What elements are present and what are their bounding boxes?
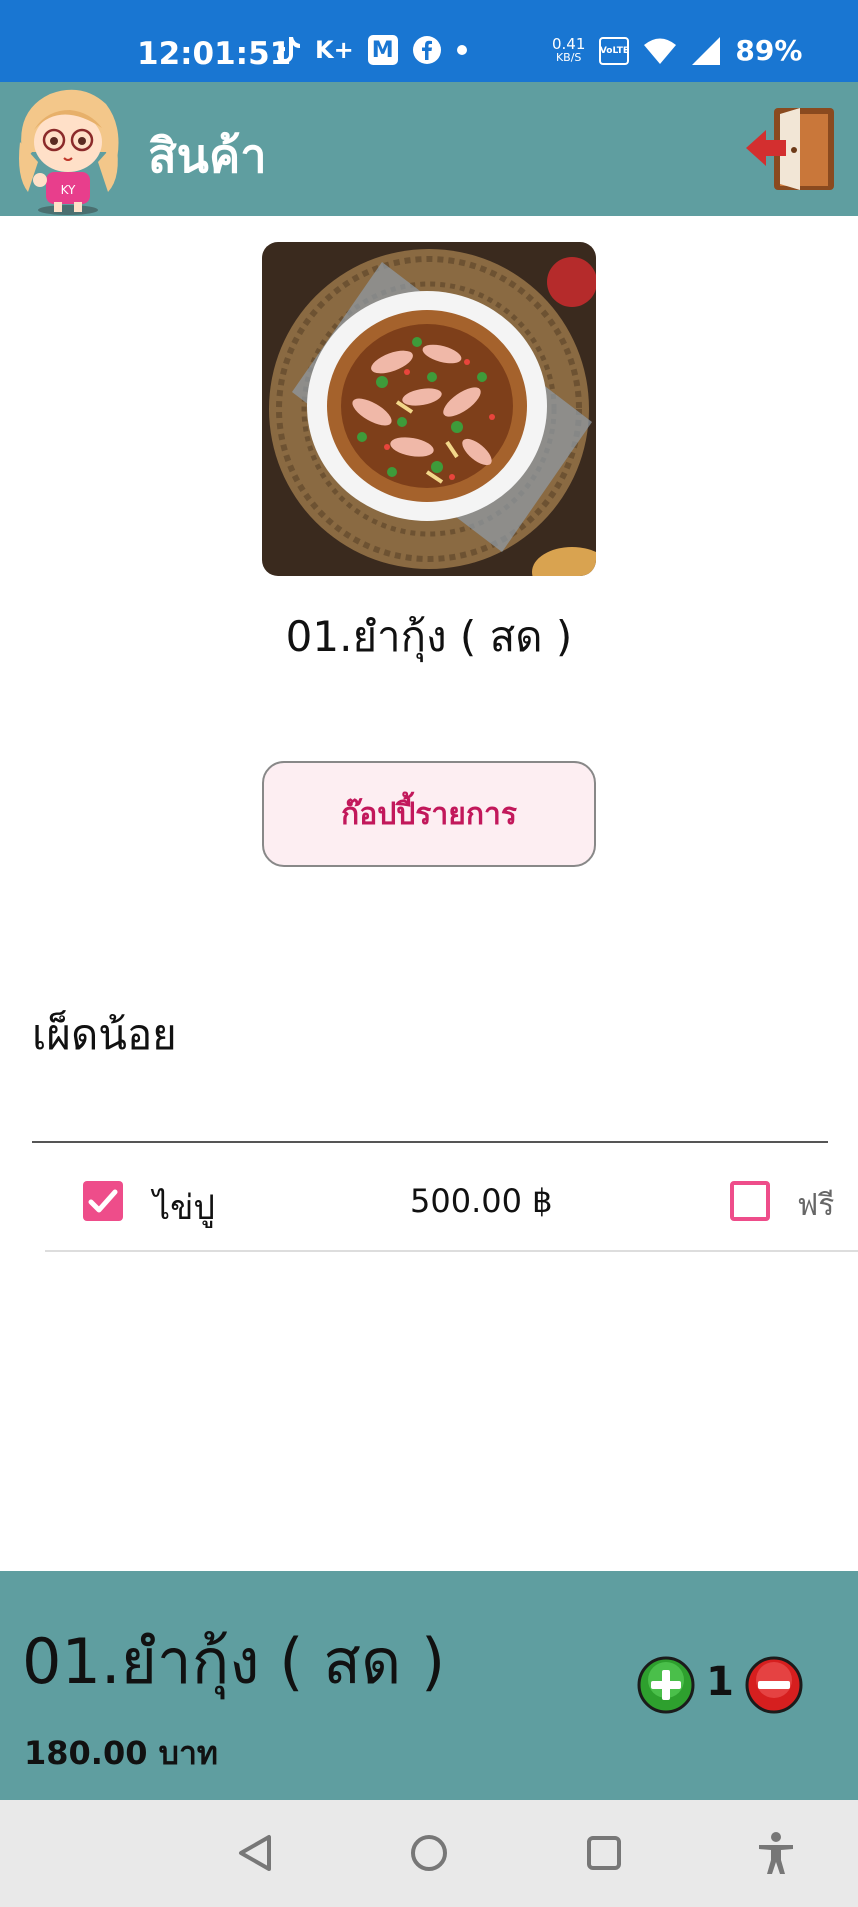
product-name: 01.ยำกุ้ง ( สด ) xyxy=(285,612,573,661)
summary-price: 180.00 บาท xyxy=(24,1734,218,1772)
facebook-icon xyxy=(412,34,442,66)
wifi-icon xyxy=(643,35,677,67)
network-speed-unit: KB/S xyxy=(555,50,582,64)
order-summary: 01.ยำกุ้ง ( สด ) 180.00 บาท 1 xyxy=(0,1571,858,1800)
volte-icon: VoLTE xyxy=(599,36,630,65)
free-label: ฟรี xyxy=(797,1188,835,1223)
dot-icon xyxy=(456,34,468,66)
summary-product-name: 01.ยำกุ้ง ( สด ) xyxy=(22,1625,446,1698)
back-icon[interactable] xyxy=(231,1828,281,1878)
minus-circle-icon[interactable] xyxy=(745,1656,803,1714)
cartoon-girl-avatar: KY xyxy=(10,82,126,216)
recents-icon[interactable] xyxy=(579,1828,629,1878)
option-name: ไข่ปู xyxy=(153,1188,215,1228)
k-plus-icon: K+ xyxy=(315,36,354,64)
battery-level: 89% xyxy=(735,34,803,67)
free-checkbox[interactable] xyxy=(730,1181,770,1221)
notification-icons: K+ M xyxy=(275,34,468,66)
status-bar: 12:01:51 K+ M 0.41 KB/S VoLTE 89% xyxy=(0,0,858,82)
cellular-signal-icon xyxy=(691,35,721,67)
copy-list-button[interactable]: ก๊อปปี้รายการ xyxy=(262,761,596,867)
order-note: เผ็ดน้อย xyxy=(32,1010,177,1059)
exit-door-icon[interactable] xyxy=(744,104,838,194)
network-speed-value: 0.41 xyxy=(552,34,586,53)
app-header: KY สินค้า xyxy=(0,82,858,216)
option-row: ไข่ปู 500.00 ฿ ฟรี xyxy=(45,1152,858,1252)
plus-circle-icon[interactable] xyxy=(637,1656,695,1714)
option-price: 500.00 ฿ xyxy=(410,1182,553,1220)
accessibility-icon[interactable] xyxy=(751,1828,801,1878)
m-icon: M xyxy=(367,35,398,65)
page-title: สินค้า xyxy=(148,129,267,184)
divider xyxy=(32,1141,828,1143)
tiktok-icon xyxy=(275,34,301,66)
m-icon-label: M xyxy=(371,37,394,63)
system-indicators: 0.41 KB/S VoLTE 89% xyxy=(552,34,802,67)
svg-text:KY: KY xyxy=(61,183,76,197)
screen: 12:01:51 K+ M 0.41 KB/S VoLTE 89% KY สิน… xyxy=(0,0,858,1907)
status-time: 12:01:51 xyxy=(137,36,292,72)
network-speed: 0.41 KB/S xyxy=(552,34,586,65)
shrimp-salad-photo xyxy=(262,242,596,576)
quantity-value: 1 xyxy=(706,1659,734,1705)
home-icon[interactable] xyxy=(404,1828,454,1878)
option-checkbox[interactable] xyxy=(83,1181,123,1221)
copy-list-button-label: ก๊อปปี้รายการ xyxy=(341,796,517,832)
system-nav-bar xyxy=(0,1800,858,1907)
volte-label: VoLTE xyxy=(599,45,630,56)
